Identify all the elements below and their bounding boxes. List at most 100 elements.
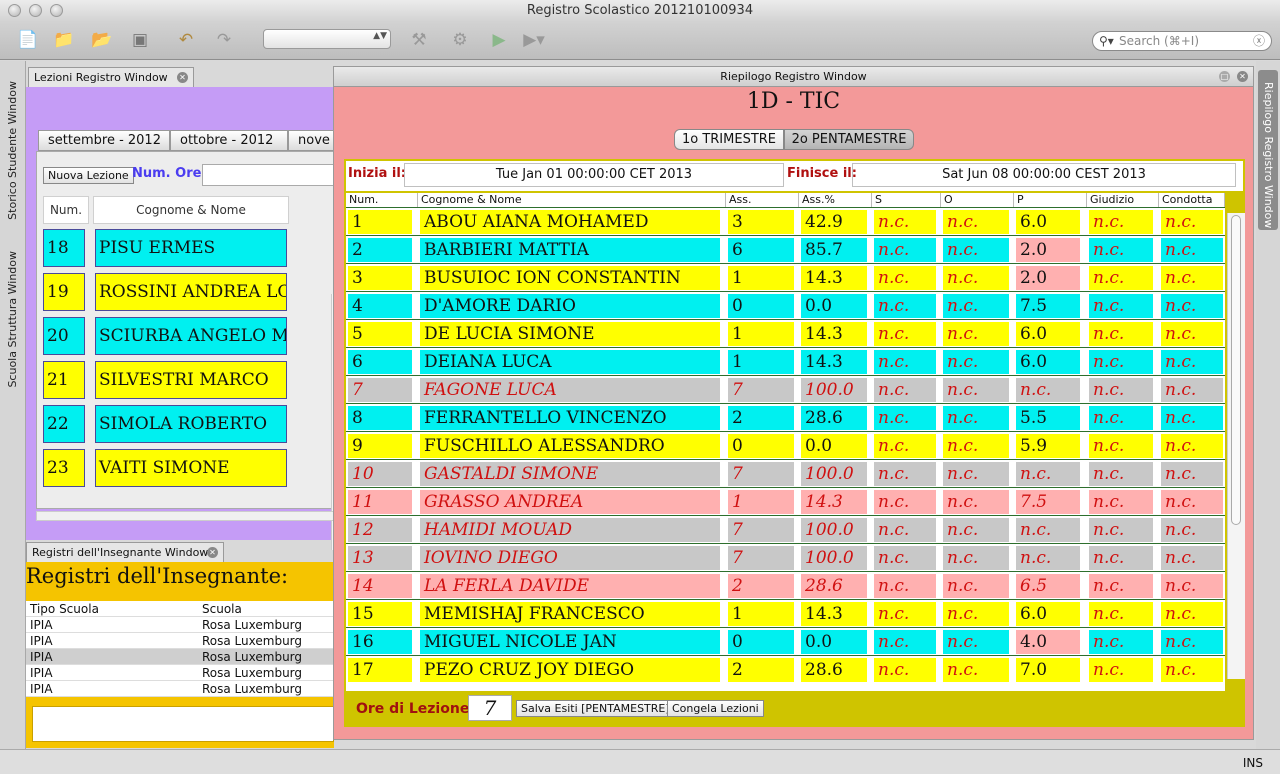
grades-row[interactable]: 4 D'AMORE DARIO 0 0.0 n.c. n.c. 7.5 n.c. n.c. bbox=[346, 291, 1225, 319]
grades-cell-assp[interactable]: 28.6 bbox=[801, 574, 867, 598]
grades-cell-giud[interactable]: n.c. bbox=[1089, 658, 1153, 682]
grades-cell-ass[interactable]: 0 bbox=[728, 294, 794, 318]
clean-build-icon[interactable]: ⚙ bbox=[448, 28, 472, 52]
grades-cell-o[interactable]: n.c. bbox=[943, 602, 1009, 626]
grades-cell-p[interactable]: 4.0 bbox=[1016, 630, 1080, 654]
grades-cell-p[interactable]: 5.9 bbox=[1016, 434, 1080, 458]
grades-cell-name[interactable]: MEMISHAJ FRANCESCO bbox=[420, 602, 720, 626]
grades-cell-p[interactable]: 7.5 bbox=[1016, 294, 1080, 318]
redo-icon[interactable]: ↷ bbox=[212, 28, 236, 52]
grades-cell-assp[interactable]: 85.7 bbox=[801, 238, 867, 262]
grades-cell-s[interactable]: n.c. bbox=[874, 518, 936, 542]
grades-cell-o[interactable]: n.c. bbox=[943, 350, 1009, 374]
grades-cell-ass[interactable]: 2 bbox=[728, 406, 794, 430]
grades-cell-name[interactable]: HAMIDI MOUAD bbox=[420, 518, 720, 542]
grades-cell-ass[interactable]: 1 bbox=[728, 266, 794, 290]
open-folder-icon[interactable]: 📂 bbox=[90, 28, 114, 52]
grades-cell-ass[interactable]: 7 bbox=[728, 518, 794, 542]
lezioni-cell-name[interactable]: SIMOLA ROBERTO bbox=[95, 405, 287, 443]
grades-cell-cond[interactable]: n.c. bbox=[1161, 238, 1223, 262]
grades-cell-s[interactable]: n.c. bbox=[874, 378, 936, 402]
grades-cell-assp[interactable]: 14.3 bbox=[801, 490, 867, 514]
nuova-lezione-button[interactable]: Nuova Lezione bbox=[43, 167, 134, 184]
grades-cell-name[interactable]: BARBIERI MATTIA bbox=[420, 238, 720, 262]
run-icon[interactable]: ▶ bbox=[487, 28, 511, 52]
grades-cell-ass[interactable]: 2 bbox=[728, 658, 794, 682]
tab-month-settembre[interactable]: settembre - 2012 bbox=[38, 130, 170, 151]
grades-header-o[interactable]: O bbox=[941, 193, 1014, 207]
search-input[interactable]: ⚲▾ Search (⌘+I) ⓧ bbox=[1092, 31, 1272, 51]
grades-header-s[interactable]: S bbox=[872, 193, 941, 207]
grades-cell-cond[interactable]: n.c. bbox=[1161, 210, 1223, 234]
grades-cell-cond[interactable]: n.c. bbox=[1161, 406, 1223, 430]
grades-cell-s[interactable]: n.c. bbox=[874, 238, 936, 262]
grades-row[interactable]: 15 MEMISHAJ FRANCESCO 1 14.3 n.c. n.c. 6.0 n.c.… bbox=[346, 599, 1225, 627]
grades-cell-cond[interactable]: n.c. bbox=[1161, 602, 1223, 626]
tab-trimestre[interactable]: 1o TRIMESTRE bbox=[674, 129, 784, 150]
grades-cell-num[interactable]: 12 bbox=[348, 518, 412, 542]
grades-cell-o[interactable]: n.c. bbox=[943, 406, 1009, 430]
grades-cell-o[interactable]: n.c. bbox=[943, 546, 1009, 570]
grades-cell-p[interactable]: 5.5 bbox=[1016, 406, 1080, 430]
side-tab-storico-studente[interactable]: Storico Studente Window bbox=[6, 81, 19, 220]
grades-cell-ass[interactable]: 3 bbox=[728, 210, 794, 234]
grades-cell-s[interactable]: n.c. bbox=[874, 294, 936, 318]
grades-cell-name[interactable]: FUSCHILLO ALESSANDRO bbox=[420, 434, 720, 458]
zoom-window-icon[interactable] bbox=[50, 4, 63, 17]
grades-header-p[interactable]: P bbox=[1014, 193, 1087, 207]
grades-cell-giud[interactable]: n.c. bbox=[1089, 406, 1153, 430]
grades-cell-name[interactable]: MIGUEL NICOLE JAN bbox=[420, 630, 720, 654]
grades-cell-ass[interactable]: 0 bbox=[728, 630, 794, 654]
grades-cell-p[interactable]: n.c. bbox=[1016, 378, 1080, 402]
tab-month-novembre[interactable]: nove bbox=[288, 130, 334, 151]
grades-header-giudizio[interactable]: Giudizio bbox=[1087, 193, 1159, 207]
grades-cell-p[interactable]: 6.5 bbox=[1016, 574, 1080, 598]
grades-cell-cond[interactable]: n.c. bbox=[1161, 574, 1223, 598]
grades-row[interactable]: 2 BARBIERI MATTIA 6 85.7 n.c. n.c. 2.0 n.c. n.c. bbox=[346, 235, 1225, 263]
close-icon[interactable]: ✕ bbox=[1237, 71, 1248, 82]
grades-cell-name[interactable]: LA FERLA DAVIDE bbox=[420, 574, 720, 598]
grades-cell-p[interactable]: n.c. bbox=[1016, 518, 1080, 542]
grades-cell-num[interactable]: 4 bbox=[348, 294, 412, 318]
save-all-icon[interactable]: ▣ bbox=[128, 28, 152, 52]
grades-row[interactable]: 7 FAGONE LUCA 7 100.0 n.c. n.c. n.c. n.c. n.c. bbox=[346, 375, 1225, 403]
grades-row[interactable]: 10 GASTALDI SIMONE 7 100.0 n.c. n.c. n.c. n.c. n… bbox=[346, 459, 1225, 487]
grades-row[interactable]: 3 BUSUIOC ION CONSTANTIN 1 14.3 n.c. n.c. 2.0 n… bbox=[346, 263, 1225, 291]
grades-cell-o[interactable]: n.c. bbox=[943, 658, 1009, 682]
grades-cell-num[interactable]: 17 bbox=[348, 658, 412, 682]
configuration-combo[interactable]: ▲▼ bbox=[263, 29, 391, 49]
grades-cell-giud[interactable]: n.c. bbox=[1089, 378, 1153, 402]
lezioni-cell-name[interactable]: ROSSINI ANDREA LO bbox=[95, 273, 287, 311]
grades-cell-name[interactable]: GRASSO ANDREA bbox=[420, 490, 720, 514]
registri-row[interactable]: IPIA Rosa Luxemburg bbox=[26, 649, 334, 665]
grades-cell-giud[interactable]: n.c. bbox=[1089, 630, 1153, 654]
grades-cell-giud[interactable]: n.c. bbox=[1089, 238, 1153, 262]
grades-header-num[interactable]: Num. bbox=[346, 193, 418, 207]
grades-cell-giud[interactable]: n.c. bbox=[1089, 434, 1153, 458]
lezioni-cell-name[interactable]: VAITI SIMONE bbox=[95, 449, 287, 487]
grades-cell-cond[interactable]: n.c. bbox=[1161, 630, 1223, 654]
grades-row[interactable]: 14 LA FERLA DAVIDE 2 28.6 n.c. n.c. 6.5 n.c. n.c… bbox=[346, 571, 1225, 599]
grades-cell-assp[interactable]: 0.0 bbox=[801, 630, 867, 654]
lezioni-cell-name[interactable]: PISU ERMES bbox=[95, 229, 287, 267]
grades-cell-cond[interactable]: n.c. bbox=[1161, 350, 1223, 374]
grades-scrollbar[interactable] bbox=[1227, 213, 1245, 679]
grades-cell-num[interactable]: 14 bbox=[348, 574, 412, 598]
grades-cell-ass[interactable]: 2 bbox=[728, 574, 794, 598]
new-project-icon[interactable]: 📁 bbox=[52, 28, 76, 52]
grades-cell-s[interactable]: n.c. bbox=[874, 574, 936, 598]
grades-cell-num[interactable]: 2 bbox=[348, 238, 412, 262]
grades-cell-num[interactable]: 16 bbox=[348, 630, 412, 654]
grades-cell-s[interactable]: n.c. bbox=[874, 266, 936, 290]
grades-cell-ass[interactable]: 1 bbox=[728, 490, 794, 514]
grades-cell-assp[interactable]: 14.3 bbox=[801, 266, 867, 290]
num-ore-input[interactable] bbox=[202, 164, 335, 186]
grades-row[interactable]: 9 FUSCHILLO ALESSANDRO 0 0.0 n.c. n.c. 5.9 n.c.… bbox=[346, 431, 1225, 459]
grades-cell-num[interactable]: 9 bbox=[348, 434, 412, 458]
grades-row[interactable]: 17 PEZO CRUZ JOY DIEGO 2 28.6 n.c. n.c. 7.0 n.c… bbox=[346, 655, 1225, 683]
registri-row[interactable]: IPIA Rosa Luxemburg bbox=[26, 665, 334, 681]
lezioni-window-tab[interactable]: Lezioni Registro Window ✕ bbox=[28, 67, 194, 87]
grades-cell-o[interactable]: n.c. bbox=[943, 210, 1009, 234]
tab-pentamestre[interactable]: 2o PENTAMESTRE bbox=[784, 129, 914, 150]
lezioni-cell-name[interactable]: SILVESTRI MARCO bbox=[95, 361, 287, 399]
